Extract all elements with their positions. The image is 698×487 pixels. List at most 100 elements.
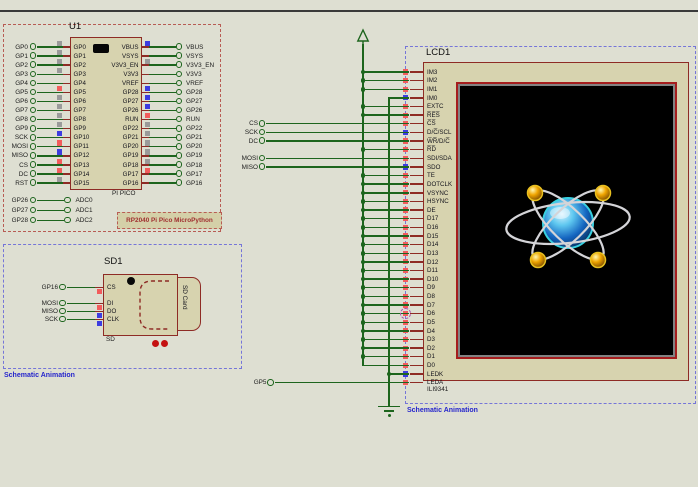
pin-stub xyxy=(409,166,423,168)
terminal-gp20[interactable] xyxy=(175,143,183,150)
wire xyxy=(362,243,410,246)
terminal-label: GP2 xyxy=(15,61,28,69)
terminal-gp22[interactable] xyxy=(175,124,183,132)
terminal-miso[interactable] xyxy=(29,152,37,159)
terminal-label: GP6 xyxy=(15,98,28,106)
terminal-cs[interactable] xyxy=(29,161,37,168)
pin-label: V3V3_EN xyxy=(111,61,139,69)
pin-stub xyxy=(63,164,70,166)
junction-dot xyxy=(360,285,366,291)
power-terminal-icon[interactable] xyxy=(353,27,375,47)
state-indicator xyxy=(144,149,150,155)
pin-label: IM2 xyxy=(427,77,438,85)
pin-label: GP19 xyxy=(122,152,139,160)
pin-label: VSYS xyxy=(121,52,139,60)
terminal-gp21[interactable] xyxy=(175,134,183,141)
wire xyxy=(66,318,95,321)
wire xyxy=(66,310,95,313)
pin-label: W̅R̅/D/C̅ xyxy=(427,137,450,145)
wire xyxy=(149,173,176,175)
lcd-group-label: Schematic Animation xyxy=(407,406,478,414)
state-indicator xyxy=(57,95,63,101)
junction-dot xyxy=(360,276,366,282)
junction-dot xyxy=(360,104,366,109)
terminal-label: GP20 xyxy=(186,143,203,151)
state-indicator xyxy=(96,305,102,311)
terminal-sck[interactable] xyxy=(29,134,37,141)
wire xyxy=(362,88,410,90)
terminal-cs[interactable] xyxy=(258,120,266,127)
wire xyxy=(266,166,410,168)
pin-stub xyxy=(409,200,423,203)
pin-stub xyxy=(409,131,423,134)
pin-label: D15 xyxy=(427,232,439,240)
pin-label: R̅D̅ xyxy=(427,146,436,154)
terminal-dc[interactable] xyxy=(258,137,266,144)
pin-stub xyxy=(63,64,70,66)
pin-stub xyxy=(142,73,149,75)
junction-dot xyxy=(360,319,366,325)
lcd-value: ILI9341 xyxy=(427,386,449,393)
terminal-label: GP27 xyxy=(11,207,28,215)
wire xyxy=(388,97,410,99)
terminal-label: GP4 xyxy=(15,79,28,87)
state-indicator xyxy=(57,40,63,46)
wire xyxy=(37,118,63,121)
pin-label: LEDK xyxy=(427,370,444,378)
terminal-label: GP0 xyxy=(15,43,28,51)
terminal-gp18[interactable] xyxy=(175,161,183,168)
sheet-top-border xyxy=(0,10,698,12)
wire xyxy=(362,364,410,367)
pin-label: D8 xyxy=(427,293,435,301)
state-indicator xyxy=(57,149,63,155)
wire xyxy=(362,356,410,358)
pin-label: D0 xyxy=(427,362,435,370)
pin-stub xyxy=(142,137,149,139)
pin-stub xyxy=(63,137,70,139)
state-indicator xyxy=(144,113,150,119)
pin-stub xyxy=(142,100,149,103)
sd-card-label: SD Card xyxy=(181,285,188,310)
terminal-label: GP8 xyxy=(15,116,28,124)
wire xyxy=(362,114,410,116)
pin-stub xyxy=(409,252,423,254)
pin-label: D4 xyxy=(427,327,435,335)
pin-label: D2 xyxy=(427,344,435,352)
terminal-label: GP27 xyxy=(186,98,203,106)
terminal-mosi[interactable] xyxy=(258,154,266,162)
pin-label: LEDA xyxy=(427,379,444,387)
pin-stub xyxy=(63,155,70,157)
pin-label: V3V3 xyxy=(123,70,139,78)
schematic-canvas[interactable]: RP2040 Pi Pico MicroPython U1 PI PICO Sc… xyxy=(0,0,698,487)
terminal-label: GP22 xyxy=(186,125,203,133)
wire xyxy=(274,381,410,384)
terminal-sck[interactable] xyxy=(258,128,266,136)
pin-stub xyxy=(95,302,103,305)
junction-dot xyxy=(360,225,366,230)
terminal-label: MOSI xyxy=(241,154,258,162)
junction-dot xyxy=(360,112,366,118)
terminal-label: VSYS xyxy=(186,52,204,60)
pin-label: GP17 xyxy=(122,170,139,178)
terminal-label: GP16 xyxy=(41,284,58,292)
state-indicator xyxy=(57,85,63,92)
terminal-gp19[interactable] xyxy=(175,152,183,159)
sd-led-dot xyxy=(161,340,168,347)
terminal-gp9[interactable] xyxy=(29,124,37,132)
pin-stub xyxy=(63,173,70,175)
state-indicator xyxy=(57,131,63,137)
state-indicator xyxy=(144,58,150,64)
terminal-gp5[interactable] xyxy=(267,378,274,386)
terminal-miso[interactable] xyxy=(258,163,266,170)
terminal-mosi[interactable] xyxy=(29,143,37,150)
pin-label: VSYNC xyxy=(427,189,449,197)
terminal-label: DC xyxy=(18,170,28,178)
wire xyxy=(362,183,410,185)
pin-stub xyxy=(63,109,70,112)
pin-stub xyxy=(409,321,423,323)
pin-stub xyxy=(409,123,423,125)
pin-stub xyxy=(409,295,423,298)
pin-stub xyxy=(63,146,70,148)
terminal-label: SCK xyxy=(244,129,258,136)
terminal-label: V3V3_EN xyxy=(186,61,215,69)
